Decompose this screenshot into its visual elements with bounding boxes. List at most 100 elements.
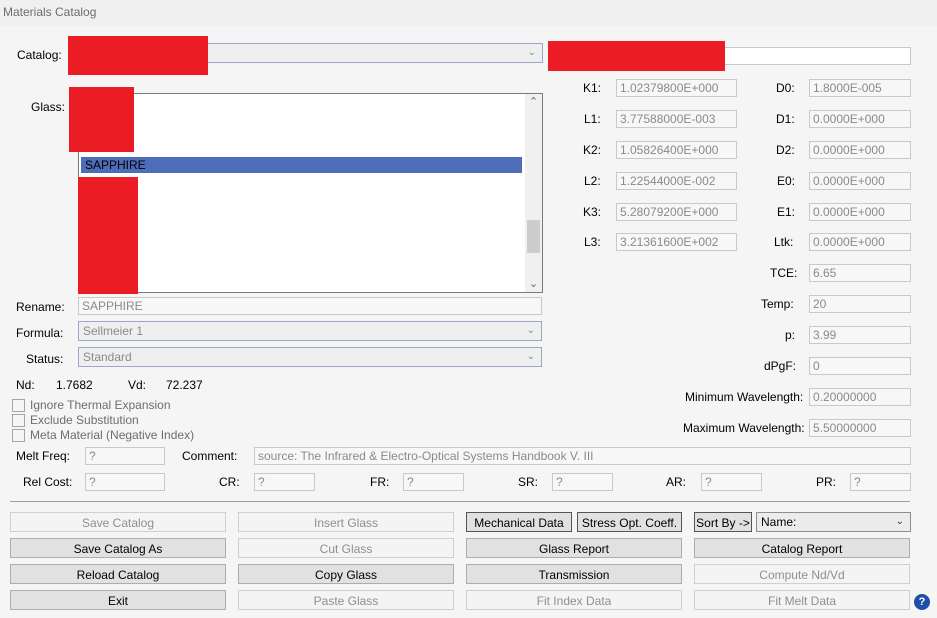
sort-by-button[interactable]: Sort By -> [694, 512, 752, 532]
ltk-label: Ltk: [774, 235, 794, 249]
rel-cost-input[interactable]: ? [85, 473, 165, 491]
d2-input[interactable]: 0.0000E+000 [809, 141, 911, 159]
k1-label: K1: [583, 81, 602, 95]
ar-label: AR: [666, 475, 687, 489]
temp-label: Temp: [761, 297, 794, 311]
mechanical-data-button[interactable]: Mechanical Data [466, 512, 572, 532]
reload-catalog-button[interactable]: Reload Catalog [10, 564, 226, 584]
p-input[interactable]: 3.99 [809, 326, 911, 344]
k3-label: K3: [583, 205, 602, 219]
d0-label: D0: [776, 81, 795, 95]
e0-label: E0: [777, 174, 796, 188]
meta-material-label: Meta Material (Negative Index) [30, 428, 195, 442]
vd-value: 72.237 [166, 378, 203, 392]
l2-input[interactable]: 1.22544000E-002 [616, 172, 737, 190]
max-wavelength-input[interactable]: 5.50000000 [809, 419, 911, 437]
formula-label: Formula: [16, 326, 64, 340]
scroll-down-icon[interactable]: ⌄ [525, 276, 542, 292]
l3-input[interactable]: 3.21361600E+002 [616, 233, 737, 251]
tce-label: TCE: [770, 266, 798, 280]
fr-input[interactable]: ? [403, 473, 464, 491]
redaction-description [548, 41, 725, 71]
glass-listbox[interactable]: SAPPHIRE ⌃ ⌄ [78, 93, 543, 293]
help-icon[interactable]: ? [914, 594, 930, 610]
ltk-input[interactable]: 0.0000E+000 [809, 233, 911, 251]
vd-label: Vd: [128, 378, 147, 392]
divider [10, 501, 910, 502]
max-wavelength-label: Maximum Wavelength: [683, 421, 805, 435]
chevron-down-icon: ⌄ [895, 516, 904, 527]
rename-input[interactable]: SAPPHIRE [78, 297, 542, 315]
listbox-scrollbar[interactable]: ⌃ ⌄ [525, 94, 542, 292]
e1-label: E1: [777, 205, 796, 219]
sr-input[interactable]: ? [552, 473, 613, 491]
rel-cost-label: Rel Cost: [23, 475, 73, 489]
insert-glass-button[interactable]: Insert Glass [238, 512, 454, 532]
compute-nd-vd-button[interactable]: Compute Nd/Vd [694, 564, 910, 584]
d0-input[interactable]: 1.8000E-005 [809, 79, 911, 97]
k1-input[interactable]: 1.02379800E+000 [616, 79, 737, 97]
temp-input[interactable]: 20 [809, 295, 911, 313]
status-value: Standard [83, 350, 132, 364]
cr-input[interactable]: ? [254, 473, 315, 491]
dpgf-input[interactable]: 0 [809, 357, 911, 375]
k3-input[interactable]: 5.28079200E+000 [616, 203, 737, 221]
fit-melt-data-button[interactable]: Fit Melt Data [694, 590, 910, 610]
tce-input[interactable]: 6.65 [809, 264, 911, 282]
save-catalog-button[interactable]: Save Catalog [10, 512, 226, 532]
transmission-button[interactable]: Transmission [466, 564, 682, 584]
redaction-glass-bottom [78, 177, 138, 294]
chevron-down-icon: ⌄ [527, 47, 536, 58]
chevron-down-icon: ⌄ [526, 351, 535, 362]
chevron-down-icon: ⌄ [526, 325, 535, 336]
d1-label: D1: [776, 112, 795, 126]
redaction-glass-top [69, 87, 134, 152]
scroll-up-icon[interactable]: ⌃ [525, 94, 542, 110]
comment-label: Comment: [182, 449, 238, 463]
nd-label: Nd: [16, 378, 35, 392]
meta-material-checkbox[interactable] [12, 429, 25, 442]
catalog-label: Catalog: [17, 48, 62, 62]
paste-glass-button[interactable]: Paste Glass [238, 590, 454, 610]
k2-label: K2: [583, 143, 602, 157]
title-bar: Materials Catalog [0, 0, 937, 26]
e0-input[interactable]: 0.0000E+000 [809, 172, 911, 190]
scroll-thumb[interactable] [527, 220, 540, 253]
d1-input[interactable]: 0.0000E+000 [809, 110, 911, 128]
window-title: Materials Catalog [3, 5, 97, 19]
d2-label: D2: [776, 143, 795, 157]
nd-value: 1.7682 [56, 378, 93, 392]
sort-value: Name: [761, 515, 797, 529]
cut-glass-button[interactable]: Cut Glass [238, 538, 454, 558]
sort-dropdown[interactable]: Name: ⌄ [756, 512, 911, 532]
status-dropdown[interactable]: Standard ⌄ [78, 347, 542, 367]
pr-label: PR: [816, 475, 837, 489]
fit-index-data-button[interactable]: Fit Index Data [466, 590, 682, 610]
catalog-report-button[interactable]: Catalog Report [694, 538, 910, 558]
formula-value: Sellmeier 1 [83, 324, 144, 338]
ar-input[interactable]: ? [701, 473, 762, 491]
copy-glass-button[interactable]: Copy Glass [238, 564, 454, 584]
min-wavelength-input[interactable]: 0.20000000 [809, 388, 911, 406]
comment-input[interactable]: source: The Infrared & Electro-Optical S… [254, 447, 911, 465]
stress-opt-coeff-button[interactable]: Stress Opt. Coeff. [577, 512, 682, 532]
e1-input[interactable]: 0.0000E+000 [809, 203, 911, 221]
glass-label: Glass: [31, 100, 66, 114]
list-item-selected[interactable]: SAPPHIRE [81, 157, 522, 173]
cr-label: CR: [219, 475, 240, 489]
formula-dropdown[interactable]: Sellmeier 1 ⌄ [78, 321, 542, 341]
k2-input[interactable]: 1.05826400E+000 [616, 141, 737, 159]
ignore-thermal-checkbox[interactable] [12, 399, 25, 412]
melt-freq-input[interactable]: ? [85, 447, 165, 465]
min-wavelength-label: Minimum Wavelength: [685, 390, 804, 404]
exclude-substitution-label: Exclude Substitution [30, 413, 139, 427]
l1-label: L1: [584, 112, 601, 126]
pr-input[interactable]: ? [850, 473, 911, 491]
glass-report-button[interactable]: Glass Report [466, 538, 682, 558]
save-catalog-as-button[interactable]: Save Catalog As [10, 538, 226, 558]
l1-input[interactable]: 3.77588000E-003 [616, 110, 737, 128]
p-label: p: [785, 328, 796, 342]
exit-button[interactable]: Exit [10, 590, 226, 610]
exclude-substitution-checkbox[interactable] [12, 414, 25, 427]
l3-label: L3: [584, 235, 601, 249]
